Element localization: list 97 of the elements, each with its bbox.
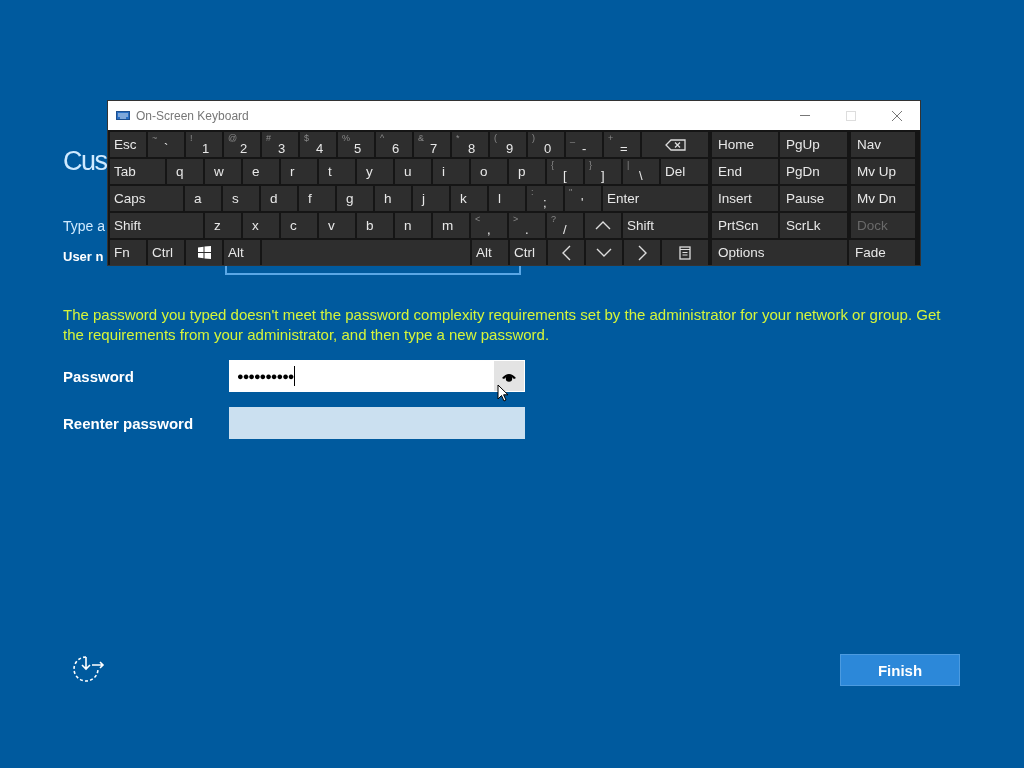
- keyboard-key[interactable]: Tab: [110, 159, 165, 184]
- keyboard-key[interactable]: Caps: [110, 186, 183, 211]
- chevron-left-icon: [561, 244, 571, 261]
- chevron-up-icon: [595, 221, 611, 230]
- keyboard-key[interactable]: k: [451, 186, 487, 211]
- keyboard-key[interactable]: t: [319, 159, 355, 184]
- keyboard-key[interactable]: & 7: [414, 132, 450, 157]
- keyboard-key[interactable]: Fade: [849, 240, 915, 265]
- keyboard-key[interactable]: [642, 132, 708, 157]
- keyboard-key[interactable]: " ': [565, 186, 601, 211]
- keyboard-key[interactable]: $ 4: [300, 132, 336, 157]
- window-title: On-Screen Keyboard: [136, 108, 250, 123]
- keyboard-key[interactable]: ~ `: [148, 132, 184, 157]
- keyboard-key[interactable]: m: [433, 213, 469, 238]
- keyboard-key[interactable]: r: [281, 159, 317, 184]
- keyboard-key[interactable]: Ctrl: [510, 240, 546, 265]
- keyboard-key[interactable]: Insert: [712, 186, 778, 211]
- mouse-pointer-icon: [497, 384, 509, 402]
- ease-of-access-icon[interactable]: [72, 655, 105, 685]
- keyboard-key[interactable]: c: [281, 213, 317, 238]
- field-label: User n: [63, 250, 104, 264]
- keyboard-key[interactable]: Enter: [603, 186, 708, 211]
- keyboard-key[interactable]: l: [489, 186, 525, 211]
- keyboard-key[interactable]: w: [205, 159, 241, 184]
- keyboard-key[interactable]: Del: [661, 159, 708, 184]
- instruction-text: Type a: [63, 217, 106, 236]
- backspace-icon: [664, 138, 686, 151]
- keyboard-key[interactable]: a: [185, 186, 221, 211]
- chevron-right-icon: [637, 244, 647, 261]
- keyboard-key[interactable]: > .: [509, 213, 545, 238]
- keyboard-key[interactable]: u: [395, 159, 431, 184]
- keyboard-key[interactable]: Options: [712, 240, 847, 265]
- close-icon: [892, 110, 902, 121]
- keyboard-key[interactable]: PrtScn: [712, 213, 778, 238]
- keyboard-key[interactable]: j: [413, 186, 449, 211]
- keyboard-key[interactable]: Pause: [780, 186, 847, 211]
- keyboard-key[interactable]: ) 0: [528, 132, 564, 157]
- keyboard-key[interactable]: ! 1: [186, 132, 222, 157]
- keyboard-key[interactable]: Fn: [110, 240, 146, 265]
- keyboard-key[interactable]: Alt: [224, 240, 260, 265]
- keyboard-key[interactable]: # 3: [262, 132, 298, 157]
- keyboard-key[interactable]: ^ 6: [376, 132, 412, 157]
- keyboard-key[interactable]: ( 9: [490, 132, 526, 157]
- keyboard-key[interactable]: ? /: [547, 213, 583, 238]
- keyboard-key[interactable]: p: [509, 159, 545, 184]
- reenter-password-field[interactable]: [229, 407, 525, 439]
- keyboard-key[interactable]: x: [243, 213, 279, 238]
- keyboard-key[interactable]: Shift: [623, 213, 708, 238]
- keyboard-key[interactable]: : ;: [527, 186, 563, 211]
- keyboard-key[interactable]: { [: [547, 159, 583, 184]
- field-label: Password: [63, 367, 135, 385]
- keyboard-key[interactable]: o: [471, 159, 507, 184]
- keyboard-key[interactable]: i: [433, 159, 469, 184]
- reveal-password-button[interactable]: [494, 361, 524, 391]
- error-message: The password you typed doesn't meet the password complexity requirements set by the administrator for your network or group. Get the requirements from your administrator, and then type a new password.: [63, 305, 942, 345]
- page-heading: Cus: [63, 145, 107, 178]
- keyboard-key[interactable]: f: [299, 186, 335, 211]
- keyboard-key[interactable]: z: [205, 213, 241, 238]
- keyboard-icon: [116, 111, 130, 120]
- windows-logo-icon: [197, 246, 211, 259]
- keyboard-key[interactable]: % 5: [338, 132, 374, 157]
- keyboard-key[interactable]: Home: [712, 132, 778, 157]
- keyboard-key[interactable]: Shift: [110, 213, 203, 238]
- keyboard-key[interactable]: g: [337, 186, 373, 211]
- keyboard-key[interactable]: h: [375, 186, 411, 211]
- keyboard-key[interactable]: s: [223, 186, 259, 211]
- keyboard-key[interactable]: } ]: [585, 159, 621, 184]
- keyboard-key[interactable]: PgDn: [780, 159, 847, 184]
- keyboard-key[interactable]: b: [357, 213, 393, 238]
- menu-key-icon: [679, 245, 691, 260]
- keyboard-key[interactable]: End: [712, 159, 778, 184]
- keyboard-key[interactable]: + =: [604, 132, 640, 157]
- chevron-down-icon: [596, 248, 612, 257]
- keyboard-key[interactable]: Alt: [472, 240, 508, 265]
- field-label: Reenter password: [63, 414, 195, 432]
- keyboard-key[interactable]: @ 2: [224, 132, 260, 157]
- minimize-icon: [800, 115, 810, 116]
- keyboard-key[interactable]: e: [243, 159, 279, 184]
- keyboard-key[interactable]: < ,: [471, 213, 507, 238]
- keyboard-key[interactable]: [186, 240, 222, 265]
- keyboard-key[interactable]: Nav: [851, 132, 915, 157]
- maximize-icon: [846, 110, 856, 121]
- keyboard-key[interactable]: | \: [623, 159, 659, 184]
- keyboard-key[interactable]: n: [395, 213, 431, 238]
- keyboard-key[interactable]: v: [319, 213, 355, 238]
- keyboard-key[interactable]: _ -: [566, 132, 602, 157]
- keyboard-key[interactable]: y: [357, 159, 393, 184]
- keyboard-key[interactable]: q: [167, 159, 203, 184]
- keyboard-key[interactable]: d: [261, 186, 297, 211]
- keyboard-key[interactable]: * 8: [452, 132, 488, 157]
- keyboard-key[interactable]: ScrLk: [780, 213, 847, 238]
- keyboard-key[interactable]: Ctrl: [148, 240, 184, 265]
- finish-button[interactable]: Finish: [840, 654, 960, 686]
- keyboard-key[interactable]: Mv Up: [851, 159, 915, 184]
- keyboard-key[interactable]: Esc: [110, 132, 146, 157]
- keyboard-key[interactable]: Mv Dn: [851, 186, 915, 211]
- keyboard-key[interactable]: PgUp: [780, 132, 847, 157]
